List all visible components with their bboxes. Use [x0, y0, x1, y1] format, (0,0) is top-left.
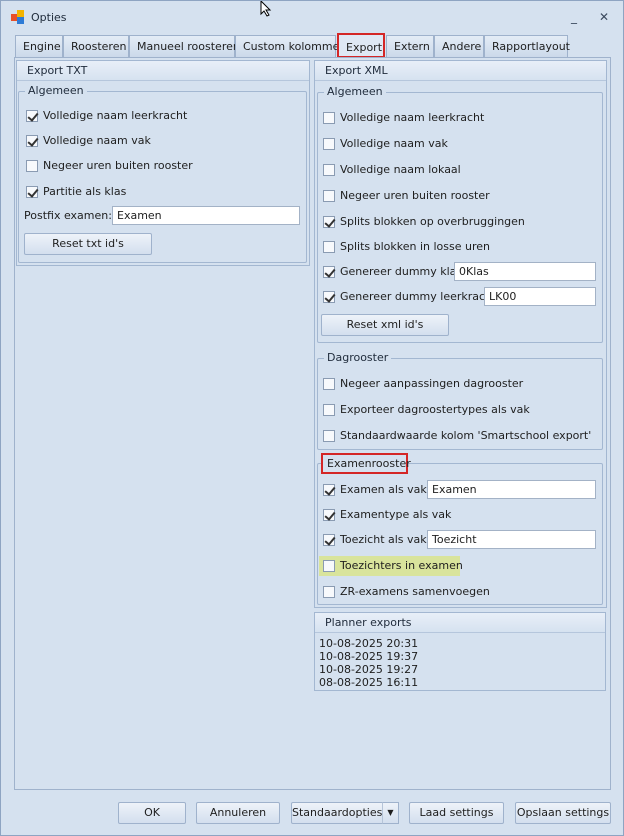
option-label: Genereer dummy klas:: [340, 265, 466, 278]
xml-algemeen-legend: Algemeen: [324, 85, 386, 99]
checkbox[interactable]: [323, 112, 335, 124]
tab-export[interactable]: Export: [337, 33, 385, 58]
option-label: Standaardwaarde kolom 'Smartschool expor…: [340, 429, 592, 442]
option-label: Partitie als klas: [43, 185, 127, 198]
standaardopties-button[interactable]: Standaardopties: [291, 802, 383, 824]
dummy-leerkracht-input[interactable]: LK00: [484, 287, 596, 306]
option-label: Volledige naam leerkracht: [340, 111, 485, 124]
checkbox[interactable]: [323, 216, 335, 228]
mouse-cursor-icon: [260, 1, 272, 17]
tab-extern[interactable]: Extern: [386, 35, 434, 57]
postfix-examen-input[interactable]: Examen: [112, 206, 300, 225]
dagrooster-legend: Dagrooster: [324, 351, 392, 365]
option-label: Volledige naam leerkracht: [43, 109, 188, 122]
planner-export-entry[interactable]: 10-08-2025 19:37: [319, 650, 418, 663]
examenrooster-legend: Examenrooster: [327, 457, 411, 470]
option-label: Toezichters in examen: [340, 559, 463, 572]
option-label: Volledige naam vak: [340, 137, 448, 150]
opslaan-settings-button[interactable]: Opslaan settings: [515, 802, 611, 824]
checkbox[interactable]: [26, 186, 38, 198]
checkbox[interactable]: [323, 138, 335, 150]
checkbox[interactable]: [323, 404, 335, 416]
export-txt-title: Export TXT: [17, 61, 309, 81]
option-label: Splits blokken in losse uren: [340, 240, 490, 253]
tab-engine[interactable]: Engine: [15, 35, 63, 57]
reset-txt-ids-button[interactable]: Reset txt id's: [24, 233, 152, 255]
reset-xml-ids-button[interactable]: Reset xml id's: [321, 314, 449, 336]
checkbox[interactable]: [323, 266, 335, 278]
checkbox[interactable]: [323, 430, 335, 442]
checkbox[interactable]: [323, 586, 335, 598]
checkbox[interactable]: [323, 241, 335, 253]
tab-custom-kolommen[interactable]: Custom kolommen: [235, 35, 346, 57]
checkbox[interactable]: [323, 509, 335, 521]
ok-button[interactable]: OK: [118, 802, 186, 824]
txt-algemeen-legend: Algemeen: [25, 84, 87, 98]
option-label: Toezicht als vak:: [340, 533, 431, 546]
app-icon: [11, 10, 27, 26]
planner-exports-panel: Planner exports 10-08-2025 20:31 10-08-2…: [314, 612, 606, 691]
export-xml-title: Export XML: [315, 61, 606, 81]
option-label: Examentype als vak: [340, 508, 452, 521]
option-label: Negeer uren buiten rooster: [340, 189, 490, 202]
planner-exports-title: Planner exports: [315, 613, 605, 633]
checkbox[interactable]: [323, 484, 335, 496]
title-bar: Opties _ ✕: [1, 1, 623, 33]
option-label: Volledige naam lokaal: [340, 163, 461, 176]
option-label: Negeer aanpassingen dagrooster: [340, 377, 524, 390]
option-label: ZR-examens samenvoegen: [340, 585, 490, 598]
planner-export-entry[interactable]: 10-08-2025 20:31: [319, 637, 418, 650]
checkbox[interactable]: [323, 190, 335, 202]
toezicht-als-vak-input[interactable]: Toezicht: [427, 530, 596, 549]
checkbox[interactable]: [323, 560, 335, 572]
checkbox[interactable]: [26, 110, 38, 122]
laad-settings-button[interactable]: Laad settings: [409, 802, 504, 824]
options-window: Opties _ ✕ Engine Roosteren Manueel roos…: [0, 0, 624, 836]
close-icon[interactable]: ✕: [596, 10, 612, 24]
checkbox[interactable]: [323, 534, 335, 546]
postfix-examen-label: Postfix examen:: [24, 209, 112, 222]
option-label: Negeer uren buiten rooster: [43, 159, 193, 172]
examen-als-vak-input[interactable]: Examen: [427, 480, 596, 499]
checkbox[interactable]: [323, 378, 335, 390]
annuleren-button[interactable]: Annuleren: [196, 802, 280, 824]
option-label: Exporteer dagroostertypes als vak: [340, 403, 530, 416]
minimize-icon[interactable]: _: [566, 10, 582, 24]
dropdown-arrow-icon[interactable]: ▼: [382, 802, 399, 824]
tab-andere[interactable]: Andere: [434, 35, 484, 57]
planner-export-entry[interactable]: 10-08-2025 19:27: [319, 663, 418, 676]
dummy-klas-input[interactable]: 0Klas: [454, 262, 596, 281]
checkbox[interactable]: [26, 160, 38, 172]
checkbox[interactable]: [323, 291, 335, 303]
option-label: Splits blokken op overbruggingen: [340, 215, 525, 228]
option-label: Genereer dummy leerkracht:: [340, 290, 501, 303]
option-label: Volledige naam vak: [43, 134, 151, 147]
window-title: Opties: [31, 11, 67, 24]
tab-rapportlayout[interactable]: Rapportlayout: [484, 35, 570, 57]
option-label: Examen als vak:: [340, 483, 431, 496]
planner-export-entry[interactable]: 08-08-2025 16:11: [319, 676, 418, 689]
tab-manueel-roosteren[interactable]: Manueel roosteren: [129, 35, 240, 57]
checkbox[interactable]: [26, 135, 38, 147]
checkbox[interactable]: [323, 164, 335, 176]
tab-roosteren[interactable]: Roosteren: [63, 35, 129, 57]
